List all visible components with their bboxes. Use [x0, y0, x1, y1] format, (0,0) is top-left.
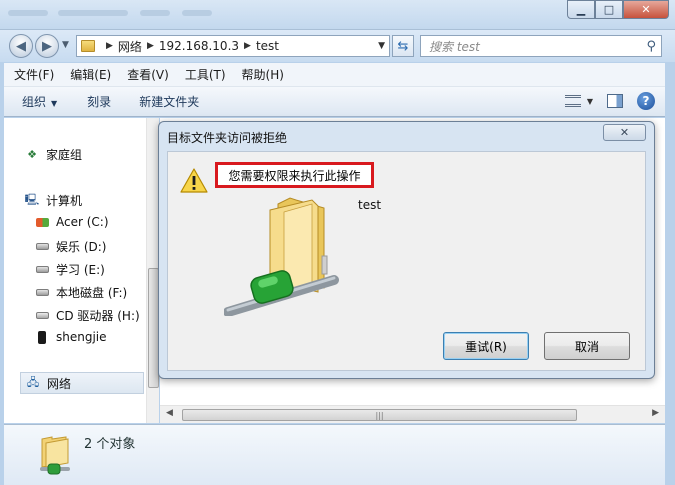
- back-button[interactable]: ◀: [9, 34, 33, 58]
- maximize-button[interactable]: □: [595, 0, 623, 19]
- close-icon: ✕: [641, 3, 651, 16]
- breadcrumb-separator-icon[interactable]: ▶: [147, 41, 154, 51]
- nav-item-network[interactable]: 🖧 网络: [20, 372, 144, 394]
- maximize-icon: □: [603, 3, 615, 16]
- titlebar-blur: [58, 10, 128, 16]
- address-dropdown-icon[interactable]: ▼: [378, 41, 385, 51]
- access-denied-dialog: 目标文件夹访问被拒绝 ✕ 您需要权限来执行此操作 test 重试(R) 取消: [158, 121, 655, 379]
- close-icon: ✕: [619, 126, 630, 139]
- search-input[interactable]: 搜索 test ⚲: [420, 35, 662, 57]
- network-folder-icon: [224, 197, 339, 316]
- network-icon: 🖧: [26, 375, 40, 389]
- breadcrumb-folder[interactable]: test: [256, 39, 279, 53]
- address-bar[interactable]: ▶ 网络 ▶ 192.168.10.3 ▶ test ▼: [76, 35, 390, 57]
- nav-item-homegroup[interactable]: ❖ 家庭组: [24, 146, 82, 163]
- new-folder-button[interactable]: 新建文件夹: [139, 93, 199, 110]
- chevron-down-icon: ▼: [51, 99, 58, 108]
- scroll-left-icon[interactable]: ◀: [166, 408, 173, 418]
- nav-item-drive-e[interactable]: 学习 (E:): [34, 261, 105, 278]
- titlebar-blur: [8, 10, 48, 16]
- menu-file[interactable]: 文件(F): [14, 66, 54, 83]
- nav-item-phone[interactable]: shengjie: [34, 330, 107, 344]
- content-horizontal-scrollbar[interactable]: ◀ ||| ▶: [160, 405, 665, 423]
- nav-item-drive-h[interactable]: CD 驱动器 (H:): [34, 307, 140, 324]
- network-folder-icon: [40, 436, 70, 475]
- nav-item-label: CD 驱动器 (H:): [56, 309, 140, 323]
- preview-pane-icon[interactable]: [607, 94, 623, 108]
- nav-item-label: 学习 (E:): [56, 263, 105, 277]
- dialog-close-button[interactable]: ✕: [603, 124, 646, 141]
- hard-drive-icon: [34, 263, 50, 277]
- item-count: 2 个对象: [84, 437, 136, 452]
- navigation-pane: ❖ 家庭组 🖳 计算机 Acer (C:) 娱乐 (D:) 学习 (E:) 本地…: [4, 118, 159, 423]
- organize-button[interactable]: 组织 ▼: [22, 93, 57, 110]
- dialog-title: 目标文件夹访问被拒绝: [167, 131, 288, 145]
- computer-icon: 🖳: [24, 193, 40, 206]
- breadcrumb-separator-icon[interactable]: ▶: [244, 41, 251, 51]
- back-arrow-icon: ◀: [16, 38, 26, 54]
- hard-drive-icon: [34, 286, 50, 300]
- windows-drive-icon: [34, 215, 50, 229]
- nav-item-label: 家庭组: [46, 148, 83, 162]
- window-titlebar: ▁ □ ✕: [0, 0, 675, 30]
- command-toolbar: 组织 ▼ 刻录 新建文件夹 ▼ ?: [4, 87, 665, 117]
- help-icon[interactable]: ?: [637, 92, 655, 110]
- phone-icon: [34, 330, 50, 344]
- forward-arrow-icon: ▶: [42, 38, 52, 54]
- menu-help[interactable]: 帮助(H): [242, 66, 284, 83]
- item-name: test: [358, 198, 382, 212]
- menu-edit[interactable]: 编辑(E): [70, 66, 111, 83]
- nav-item-drive-c[interactable]: Acer (C:): [34, 215, 109, 229]
- refresh-icon: ⇆: [397, 38, 409, 54]
- breadcrumb-separator-icon[interactable]: ▶: [106, 41, 113, 51]
- forward-button[interactable]: ▶: [35, 34, 59, 58]
- permission-message-text: 您需要权限来执行此操作: [228, 168, 361, 183]
- titlebar-blur: [140, 10, 170, 16]
- warning-icon: [180, 168, 208, 193]
- close-window-button[interactable]: ✕: [623, 0, 669, 19]
- nav-item-label: shengjie: [56, 330, 107, 344]
- minimize-button[interactable]: ▁: [567, 0, 595, 19]
- nav-item-drive-f[interactable]: 本地磁盘 (F:): [34, 284, 127, 301]
- permission-message: 您需要权限来执行此操作: [215, 162, 374, 188]
- window-controls: ▁ □ ✕: [567, 0, 669, 19]
- dialog-body: 您需要权限来执行此操作 test 重试(R) 取消: [167, 151, 646, 371]
- minimize-icon: ▁: [576, 3, 586, 16]
- details-pane: 2 个对象: [4, 424, 665, 485]
- homegroup-icon: ❖: [27, 148, 37, 161]
- view-dropdown-icon[interactable]: ▼: [587, 97, 593, 106]
- folder-icon: [81, 40, 95, 52]
- breadcrumb-host[interactable]: 192.168.10.3: [159, 39, 239, 53]
- menu-bar: 文件(F) 编辑(E) 查看(V) 工具(T) 帮助(H): [4, 63, 665, 87]
- cancel-button[interactable]: 取消: [544, 332, 630, 360]
- burn-button[interactable]: 刻录: [87, 93, 111, 110]
- retry-button[interactable]: 重试(R): [443, 332, 529, 360]
- refresh-button[interactable]: ⇆: [392, 35, 414, 57]
- nav-item-computer[interactable]: 🖳 计算机: [24, 192, 82, 209]
- search-icon[interactable]: ⚲: [646, 39, 656, 54]
- navigation-bar: ◀ ▶ ▼ ▶ 网络 ▶ 192.168.10.3 ▶ test ▼ ⇆ 搜索 …: [0, 30, 675, 62]
- organize-label: 组织: [22, 95, 47, 109]
- nav-item-label: 网络: [47, 376, 72, 391]
- nav-item-label: Acer (C:): [56, 215, 109, 229]
- menu-tools[interactable]: 工具(T): [185, 66, 226, 83]
- nav-item-drive-d[interactable]: 娱乐 (D:): [34, 238, 106, 255]
- nav-item-label: 本地磁盘 (F:): [56, 286, 128, 300]
- cd-drive-icon: [34, 309, 50, 323]
- view-options-icon[interactable]: [564, 95, 581, 107]
- breadcrumb-network[interactable]: 网络: [118, 38, 142, 55]
- nav-item-label: 计算机: [46, 194, 83, 208]
- toolbar-right-group: ▼ ?: [564, 92, 655, 110]
- scroll-right-icon[interactable]: ▶: [652, 408, 659, 418]
- search-placeholder: 搜索 test: [429, 39, 480, 54]
- titlebar-blur: [182, 10, 212, 16]
- nav-item-label: 娱乐 (D:): [56, 240, 107, 254]
- hard-drive-icon: [34, 240, 50, 254]
- scrollbar-thumb[interactable]: |||: [182, 409, 577, 421]
- menu-view[interactable]: 查看(V): [127, 66, 169, 83]
- recent-pages-chevron-icon[interactable]: ▼: [62, 40, 69, 50]
